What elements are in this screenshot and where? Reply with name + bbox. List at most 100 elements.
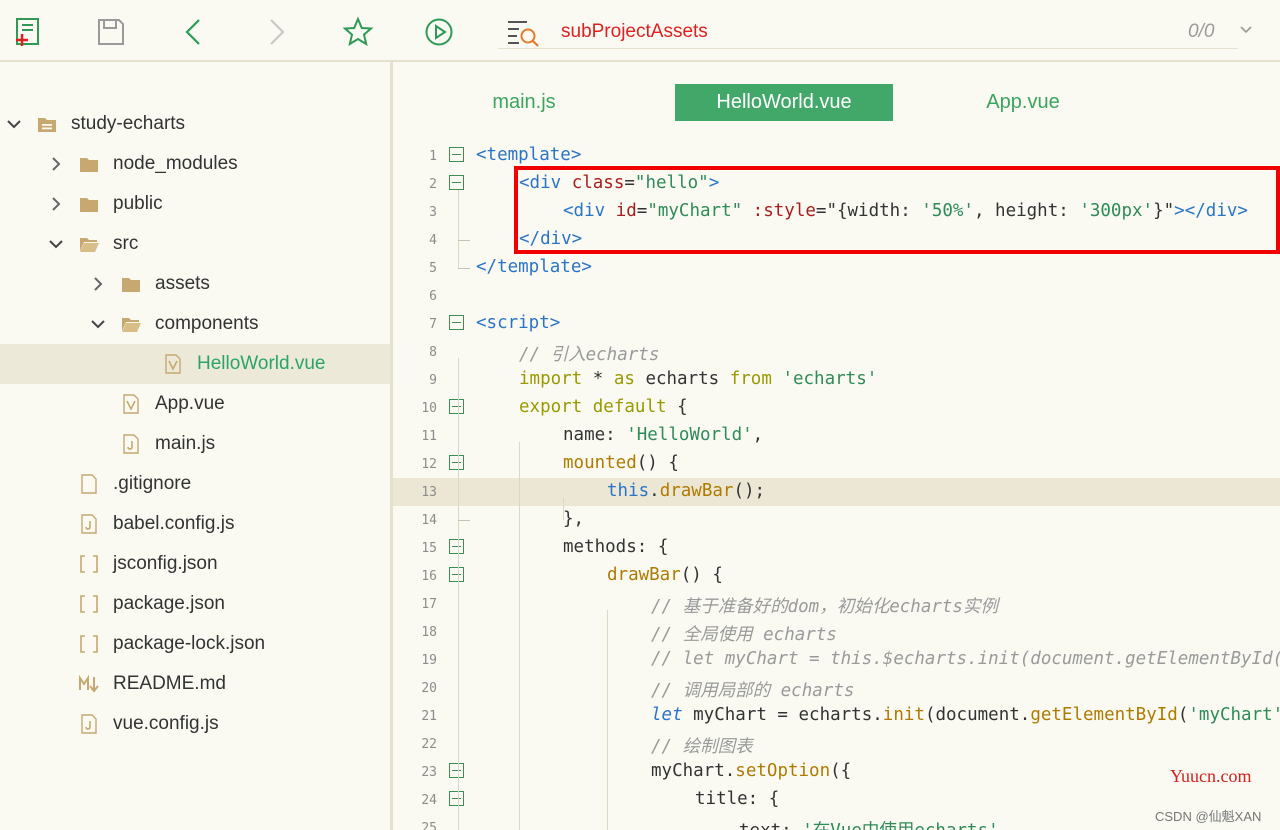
forward-icon[interactable] [258,14,294,50]
sidebar-item[interactable]: components [0,304,390,344]
sidebar-item[interactable]: jsconfig.json [0,544,390,584]
fold-toggle-icon[interactable] [449,315,464,330]
code-line[interactable]: 8 // 引入echarts [393,338,1280,366]
sidebar-item[interactable]: public [0,184,390,224]
line-number: 23 [421,765,437,780]
code-line[interactable]: 25 text: '在Vue中使用echarts', [393,814,1280,830]
sidebar-item[interactable]: study-echarts [0,104,390,144]
fold-toggle-icon[interactable] [449,763,464,778]
code-token: :style [742,201,816,221]
code-editor[interactable]: main.js HelloWorld.vue App.vue 1 <templat… [393,62,1280,830]
star-icon[interactable] [340,14,376,50]
code-line[interactable]: 2 <div class="hello"> [393,170,1280,198]
code-line[interactable]: 3 <div id="myChart" :style="{width: '50%'… [393,198,1280,226]
code-token: <div [563,201,606,221]
code-token: // let myChart = this.$echarts.init(docu… [651,649,1280,669]
indent-guide [519,442,520,830]
code-token: '50%' [921,201,974,221]
sidebar-item[interactable]: main.js [0,424,390,464]
chevron-right-icon[interactable] [89,275,107,293]
indent-guide [563,498,564,520]
json-file-icon [79,554,99,574]
code-line[interactable]: 18 // 全局使用 echarts [393,618,1280,646]
indent-guide [458,358,459,830]
sidebar-item[interactable]: package.json [0,584,390,624]
sidebar-item-label: package-lock.json [113,633,266,654]
fold-toggle-icon[interactable] [449,539,464,554]
code-line[interactable]: 24 title: { [393,786,1280,814]
fold-toggle-icon[interactable] [449,567,464,582]
folder-icon [121,274,141,294]
code-line[interactable]: 4 </div> [393,226,1280,254]
code-line[interactable]: 23 myChart.setOption({ [393,758,1280,786]
sidebar-item[interactable]: babel.config.js [0,504,390,544]
search-in-files-icon[interactable] [505,14,541,50]
code-token: // 调用局部的 echarts [651,681,855,701]
sidebar-item[interactable]: src [0,224,390,264]
code-line[interactable]: 15 methods: { [393,534,1280,562]
code-line[interactable]: 19 // let myChart = this.$echarts.init(do… [393,646,1280,674]
code-line[interactable]: 10 export default { [393,394,1280,422]
search-input[interactable]: subProjectAssets [561,21,708,43]
chevron-down-icon[interactable] [5,115,23,133]
code-line[interactable]: 14}, [393,506,1280,534]
code-line[interactable]: 21 let myChart = echarts.init(document.ge… [393,702,1280,730]
code-line[interactable]: 12 mounted() { [393,450,1280,478]
code-line[interactable]: 6 [393,282,1280,310]
fold-toggle-icon[interactable] [449,175,464,190]
sidebar-item[interactable]: assets [0,264,390,304]
sidebar-item[interactable]: package-lock.json [0,624,390,664]
fold-toggle-icon[interactable] [449,455,464,470]
code-line[interactable]: 7 <script> [393,310,1280,338]
code-token: // 全局使用 echarts [651,625,837,645]
sidebar-item[interactable]: README.md [0,664,390,704]
code-text: title: { [695,789,779,809]
tab-helloworld-vue[interactable]: HelloWorld.vue [675,84,893,121]
chevron-down-icon[interactable] [1238,22,1254,43]
code-text: text: '在Vue中使用echarts', [739,817,1009,830]
code-line[interactable]: 17 // 基于准备好的dom，初始化echarts实例 [393,590,1280,618]
tab-main-js[interactable]: main.js [465,84,583,121]
code-line[interactable]: 11 name: 'HelloWorld', [393,422,1280,450]
code-text: methods: { [563,537,668,557]
sidebar-item[interactable]: App.vue [0,384,390,424]
code-line[interactable]: 20 // 调用局部的 echarts [393,674,1280,702]
fold-toggle-icon[interactable] [449,791,464,806]
chevron-down-icon[interactable] [89,315,107,333]
sidebar-item[interactable]: .gitignore [0,464,390,504]
code-line[interactable]: 13 this.drawBar(); [393,478,1280,506]
fold-toggle-icon[interactable] [449,147,464,162]
chevron-right-icon[interactable] [47,195,65,213]
line-number: 13 [421,485,437,500]
sidebar-item[interactable]: HelloWorld.vue [0,344,390,384]
back-icon[interactable] [176,14,212,50]
folder-open-icon [121,314,141,334]
sidebar-item[interactable]: node_modules [0,144,390,184]
sidebar-item-label: src [113,233,139,254]
line-number: 16 [421,569,437,584]
line-number: 5 [429,261,437,276]
code-token: () { [680,565,723,585]
code-line[interactable]: 5 </template> [393,254,1280,282]
code-token: ({ [830,761,852,781]
code-token: // 绘制图表 [651,737,753,757]
site-watermark: Yuucn.com [1170,766,1252,786]
run-icon[interactable] [421,14,457,50]
json-file-icon [79,634,99,654]
sidebar-item-label: package.json [113,593,225,614]
code-token: <div [519,173,562,193]
code-line[interactable]: 22 // 绘制图表 [393,730,1280,758]
code-line[interactable]: 1 <template> [393,142,1280,170]
chevron-right-icon[interactable] [47,155,65,173]
code-text: </div> [519,229,582,249]
code-line[interactable]: 9 import * as echarts from 'echarts' [393,366,1280,394]
new-file-icon[interactable] [10,14,46,50]
code-line[interactable]: 16 drawBar() { [393,562,1280,590]
file-icon [79,474,99,494]
fold-toggle-icon[interactable] [449,399,464,414]
chevron-down-icon[interactable] [47,235,65,253]
sidebar-item[interactable]: vue.config.js [0,704,390,744]
tab-app-vue[interactable]: App.vue [967,84,1079,121]
save-icon[interactable] [93,14,129,50]
